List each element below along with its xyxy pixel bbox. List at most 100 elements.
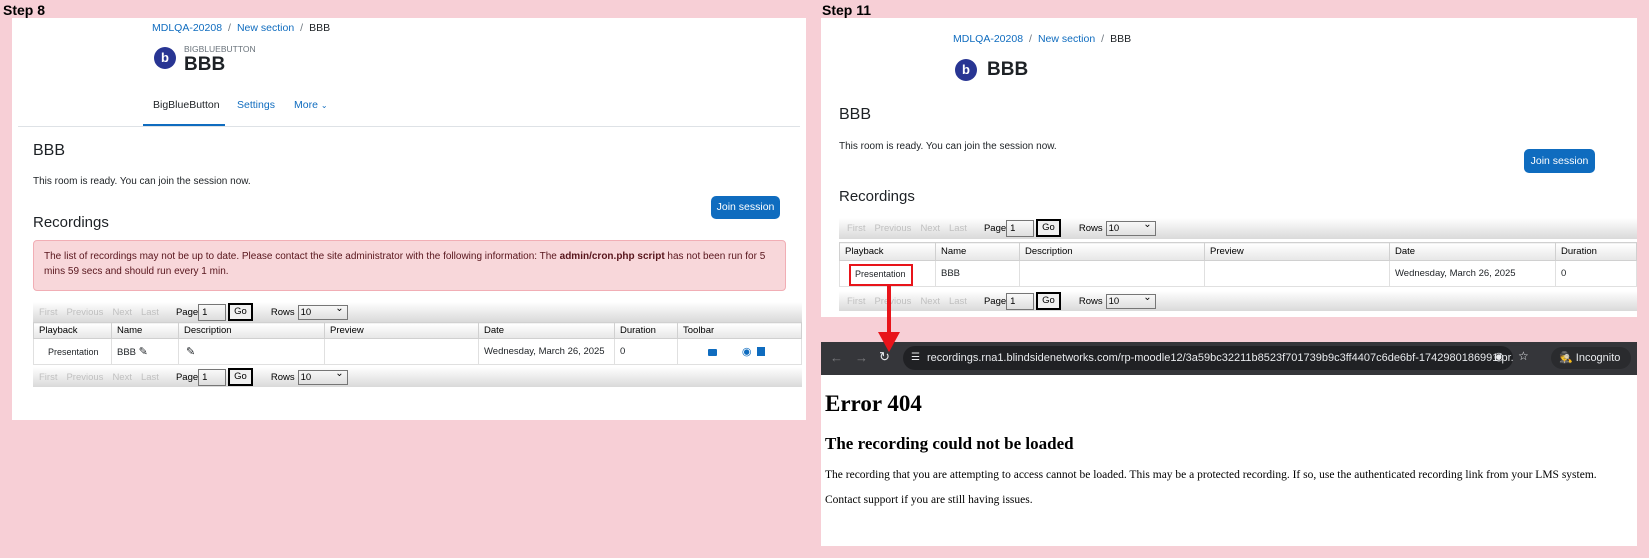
forward-arrow-icon[interactable]: →: [855, 350, 868, 365]
address-bar[interactable]: ☰ recordings.rna1.blindsidenetworks.com/…: [903, 346, 1513, 370]
page-input[interactable]: 1: [198, 303, 227, 321]
page-label: Page: [983, 222, 1007, 234]
recordings-heading: Recordings: [33, 214, 109, 231]
date-cell: Wednesday, March 26, 2025: [1389, 260, 1556, 287]
column-header-date[interactable]: Date: [478, 322, 615, 339]
pager-first[interactable]: First: [847, 296, 865, 307]
description-cell: [1019, 260, 1205, 287]
error-code: Error 404: [825, 391, 922, 416]
breadcrumb-course[interactable]: MDLQA-20208: [953, 33, 1023, 45]
pager-last[interactable]: Last: [949, 296, 967, 307]
red-arrow-icon: [878, 286, 900, 352]
breadcrumb-separator: /: [228, 22, 231, 34]
rows-select[interactable]: 10: [1105, 218, 1156, 236]
presentation-link[interactable]: Presentation: [33, 338, 112, 365]
pager-last[interactable]: Last: [141, 372, 159, 383]
name-cell: BBB ✎: [111, 338, 179, 365]
rows-label: Rows: [270, 306, 295, 318]
column-header-name[interactable]: Name: [111, 322, 179, 339]
tab-more[interactable]: More ⌄: [294, 99, 328, 111]
rows-select[interactable]: 10: [1105, 291, 1156, 309]
breadcrumb-separator: /: [1101, 33, 1105, 45]
eye-off-icon[interactable]: ◉: [1494, 350, 1504, 363]
highlight-presentation-box: [849, 264, 913, 286]
tab-settings[interactable]: Settings: [237, 99, 275, 111]
step8-panel: MDLQA-20208 / New section / BBB b BIGBLUEBUT…: [12, 18, 806, 420]
breadcrumb-separator: /: [300, 22, 304, 34]
go-button[interactable]: Go: [1036, 292, 1061, 310]
incognito-badge[interactable]: 🕵 Incognito: [1551, 347, 1631, 369]
room-status: This room is ready. You can join the ses…: [33, 176, 251, 187]
trash-icon[interactable]: [757, 347, 766, 356]
preview-cell: [324, 338, 479, 365]
table-row: Presentation BBB Wednesday, March 26, 20…: [839, 260, 1637, 287]
page-input[interactable]: 1: [1006, 219, 1035, 237]
column-header-description[interactable]: Description: [1019, 242, 1205, 261]
breadcrumb-course[interactable]: MDLQA-20208: [152, 22, 222, 34]
site-settings-icon[interactable]: ☰: [911, 346, 920, 370]
tabs-divider: [18, 126, 800, 127]
back-arrow-icon[interactable]: ←: [830, 350, 843, 365]
column-header-date[interactable]: Date: [1389, 242, 1556, 261]
rows-label: Rows: [270, 371, 295, 383]
module-type-label: BIGBLUEBUTTON: [184, 44, 256, 54]
column-header-name[interactable]: Name: [935, 242, 1020, 261]
unlock-icon[interactable]: [707, 349, 717, 356]
breadcrumb-section[interactable]: New section: [1038, 33, 1095, 45]
error-support: Contact support if you are still having …: [825, 494, 1033, 506]
pager-previous[interactable]: Previous: [66, 307, 103, 318]
column-header-duration[interactable]: Duration: [1555, 242, 1637, 261]
bigbluebutton-icon: b: [955, 59, 977, 81]
pencil-edit-icon[interactable]: ✎: [186, 346, 195, 358]
room-status: This room is ready. You can join the ses…: [839, 141, 1057, 152]
go-button[interactable]: Go: [228, 368, 253, 386]
pager-last[interactable]: Last: [949, 223, 967, 234]
rows-select[interactable]: 10: [297, 367, 348, 385]
recordings-table: Playback Name Description Preview Date D…: [33, 322, 802, 365]
page-label: Page: [983, 295, 1007, 307]
recordings-table: Playback Name Description Preview Date D…: [839, 242, 1637, 287]
preview-cell: [1204, 260, 1390, 287]
column-header-description[interactable]: Description: [178, 322, 325, 339]
page-input[interactable]: 1: [198, 368, 227, 386]
tab-bigbluebutton[interactable]: BigBlueButton: [153, 99, 220, 111]
page-title: BBB: [987, 59, 1029, 80]
star-icon[interactable]: ☆: [1518, 349, 1529, 363]
pager-first[interactable]: First: [39, 307, 57, 318]
go-button[interactable]: Go: [228, 303, 253, 321]
tab-more-label: More: [294, 99, 318, 111]
pager-previous[interactable]: Previous: [66, 372, 103, 383]
column-header-playback[interactable]: Playback: [33, 322, 112, 339]
breadcrumb-section[interactable]: New section: [237, 22, 294, 34]
join-session-button[interactable]: Join session: [711, 196, 780, 219]
eye-icon[interactable]: ◉: [742, 346, 752, 358]
room-title: BBB: [33, 142, 66, 159]
alert-text-bold: admin/cron.php script: [559, 251, 665, 262]
description-cell: ✎: [178, 338, 325, 365]
column-header-preview[interactable]: Preview: [1204, 242, 1390, 261]
page-input[interactable]: 1: [1006, 292, 1035, 310]
column-header-preview[interactable]: Preview: [324, 322, 479, 339]
pager-next[interactable]: Next: [112, 372, 132, 383]
go-button[interactable]: Go: [1036, 219, 1061, 237]
pager-last[interactable]: Last: [141, 307, 159, 318]
pager-next[interactable]: Next: [112, 307, 132, 318]
pager-previous[interactable]: Previous: [874, 223, 911, 234]
column-header-playback[interactable]: Playback: [839, 242, 936, 261]
pager-next[interactable]: Next: [920, 296, 940, 307]
duration-cell: 0: [614, 338, 678, 365]
toolbar-cell: ◉: [677, 338, 802, 365]
pager-bottom: First Previous Next Last Page 1 Go Rows …: [39, 367, 348, 386]
pager-first[interactable]: First: [39, 372, 57, 383]
pager-next[interactable]: Next: [920, 223, 940, 234]
recording-name: BBB: [117, 347, 137, 358]
pager-first[interactable]: First: [847, 223, 865, 234]
page-title: BBB: [184, 54, 226, 75]
pencil-edit-icon[interactable]: ✎: [139, 346, 148, 358]
rows-label: Rows: [1078, 222, 1103, 234]
rows-select[interactable]: 10: [297, 302, 348, 320]
page-label: Page: [175, 306, 199, 318]
column-header-duration[interactable]: Duration: [614, 322, 678, 339]
join-session-button[interactable]: Join session: [1524, 149, 1595, 173]
pager-top: First Previous Next Last Page 1 Go Rows …: [39, 302, 348, 321]
